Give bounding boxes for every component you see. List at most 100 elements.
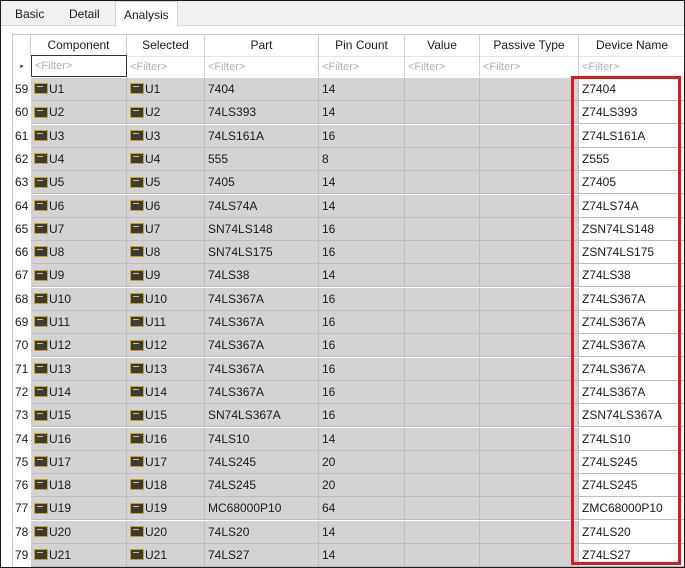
- cell-component[interactable]: U7: [31, 217, 127, 241]
- column-header-component[interactable]: Component: [31, 35, 127, 56]
- cell-device-name[interactable]: Z74LS10: [579, 427, 684, 451]
- cell-pin-count[interactable]: 14: [319, 194, 405, 218]
- cell-passive-type[interactable]: [480, 78, 579, 101]
- cell-value[interactable]: [405, 78, 480, 101]
- cell-device-name[interactable]: Z74LS161A: [579, 124, 684, 148]
- cell-value[interactable]: [405, 101, 480, 125]
- cell-selected[interactable]: U18: [127, 474, 205, 498]
- cell-component[interactable]: U17: [31, 450, 127, 474]
- cell-passive-type[interactable]: [480, 544, 579, 567]
- filter-component[interactable]: <Filter>: [31, 55, 127, 77]
- cell-part[interactable]: SN74LS175: [205, 241, 319, 265]
- cell-component[interactable]: U11: [31, 311, 127, 334]
- cell-selected[interactable]: U4: [127, 147, 205, 171]
- cell-passive-type[interactable]: [480, 101, 579, 125]
- cell-pin-count[interactable]: 16: [319, 124, 405, 148]
- column-header-pin-count[interactable]: Pin Count: [319, 35, 405, 56]
- cell-selected[interactable]: U19: [127, 497, 205, 521]
- cell-device-name[interactable]: Z555: [579, 147, 684, 171]
- table-row[interactable]: 79 U21 U21 74LS27 14 Z74LS27: [13, 544, 684, 567]
- cell-passive-type[interactable]: [480, 264, 579, 288]
- cell-value[interactable]: [405, 124, 480, 148]
- table-row[interactable]: 73 U15 U15 SN74LS367A 16 ZSN74LS367A: [13, 404, 684, 428]
- tab-basic[interactable]: Basic: [7, 3, 52, 25]
- cell-component[interactable]: U15: [31, 404, 127, 428]
- cell-passive-type[interactable]: [480, 171, 579, 195]
- cell-selected[interactable]: U9: [127, 264, 205, 288]
- cell-part[interactable]: 74LS74A: [205, 194, 319, 218]
- cell-component[interactable]: U4: [31, 147, 127, 171]
- table-row[interactable]: 67 U9 U9 74LS38 14 Z74LS38: [13, 264, 684, 288]
- cell-pin-count[interactable]: 16: [319, 334, 405, 358]
- table-row[interactable]: 72 U14 U14 74LS367A 16 Z74LS367A: [13, 380, 684, 404]
- cell-device-name[interactable]: Z74LS367A: [579, 287, 684, 311]
- table-row[interactable]: 66 U8 U8 SN74LS175 16 ZSN74LS175: [13, 241, 684, 265]
- cell-part[interactable]: 7405: [205, 171, 319, 195]
- cell-passive-type[interactable]: [480, 497, 579, 521]
- cell-part[interactable]: 74LS38: [205, 264, 319, 288]
- table-row[interactable]: 71 U13 U13 74LS367A 16 Z74LS367A: [13, 357, 684, 381]
- cell-passive-type[interactable]: [480, 311, 579, 334]
- cell-selected[interactable]: U20: [127, 520, 205, 544]
- cell-device-name[interactable]: ZSN74LS175: [579, 241, 684, 265]
- table-row[interactable]: 62 U4 U4 555 8 Z555: [13, 147, 684, 171]
- cell-device-name[interactable]: Z74LS20: [579, 520, 684, 544]
- cell-component[interactable]: U6: [31, 194, 127, 218]
- cell-part[interactable]: 74LS367A: [205, 311, 319, 334]
- cell-passive-type[interactable]: [480, 217, 579, 241]
- cell-pin-count[interactable]: 16: [319, 404, 405, 428]
- cell-selected[interactable]: U1: [127, 78, 205, 101]
- cell-part[interactable]: 74LS161A: [205, 124, 319, 148]
- cell-component[interactable]: U8: [31, 241, 127, 265]
- cell-value[interactable]: [405, 544, 480, 567]
- cell-pin-count[interactable]: 64: [319, 497, 405, 521]
- cell-pin-count[interactable]: 16: [319, 311, 405, 334]
- cell-passive-type[interactable]: [480, 357, 579, 381]
- filter-passive-type[interactable]: <Filter>: [480, 56, 579, 77]
- cell-passive-type[interactable]: [480, 380, 579, 404]
- cell-part[interactable]: 74LS367A: [205, 334, 319, 358]
- cell-value[interactable]: [405, 404, 480, 428]
- cell-passive-type[interactable]: [480, 194, 579, 218]
- cell-selected[interactable]: U12: [127, 334, 205, 358]
- cell-selected[interactable]: U16: [127, 427, 205, 451]
- cell-selected[interactable]: U8: [127, 241, 205, 265]
- cell-value[interactable]: [405, 380, 480, 404]
- cell-selected[interactable]: U13: [127, 357, 205, 381]
- cell-passive-type[interactable]: [480, 287, 579, 311]
- column-header-part[interactable]: Part: [205, 35, 319, 56]
- cell-selected[interactable]: U21: [127, 544, 205, 567]
- cell-device-name[interactable]: Z74LS367A: [579, 357, 684, 381]
- cell-pin-count[interactable]: 14: [319, 78, 405, 101]
- filter-pin-count[interactable]: <Filter>: [319, 56, 405, 77]
- cell-passive-type[interactable]: [480, 474, 579, 498]
- cell-passive-type[interactable]: [480, 124, 579, 148]
- cell-component[interactable]: U18: [31, 474, 127, 498]
- cell-part[interactable]: 74LS245: [205, 474, 319, 498]
- cell-selected[interactable]: U11: [127, 311, 205, 334]
- cell-component[interactable]: U1: [31, 78, 127, 101]
- cell-selected[interactable]: U2: [127, 101, 205, 125]
- cell-selected[interactable]: U10: [127, 287, 205, 311]
- cell-pin-count[interactable]: 20: [319, 450, 405, 474]
- table-row[interactable]: 78 U20 U20 74LS20 14 Z74LS20: [13, 520, 684, 544]
- cell-pin-count[interactable]: 14: [319, 544, 405, 567]
- column-header-value[interactable]: Value: [405, 35, 480, 56]
- cell-component[interactable]: U13: [31, 357, 127, 381]
- cell-pin-count[interactable]: 16: [319, 241, 405, 265]
- cell-device-name[interactable]: Z74LS245: [579, 474, 684, 498]
- cell-device-name[interactable]: Z74LS367A: [579, 380, 684, 404]
- cell-selected[interactable]: U17: [127, 450, 205, 474]
- cell-component[interactable]: U16: [31, 427, 127, 451]
- cell-passive-type[interactable]: [480, 147, 579, 171]
- cell-component[interactable]: U5: [31, 171, 127, 195]
- cell-part[interactable]: 7404: [205, 78, 319, 101]
- cell-device-name[interactable]: Z74LS245: [579, 450, 684, 474]
- cell-component[interactable]: U3: [31, 124, 127, 148]
- cell-part[interactable]: SN74LS367A: [205, 404, 319, 428]
- cell-component[interactable]: U14: [31, 380, 127, 404]
- cell-device-name[interactable]: ZSN74LS148: [579, 217, 684, 241]
- cell-passive-type[interactable]: [480, 241, 579, 265]
- cell-selected[interactable]: U7: [127, 217, 205, 241]
- cell-pin-count[interactable]: 14: [319, 427, 405, 451]
